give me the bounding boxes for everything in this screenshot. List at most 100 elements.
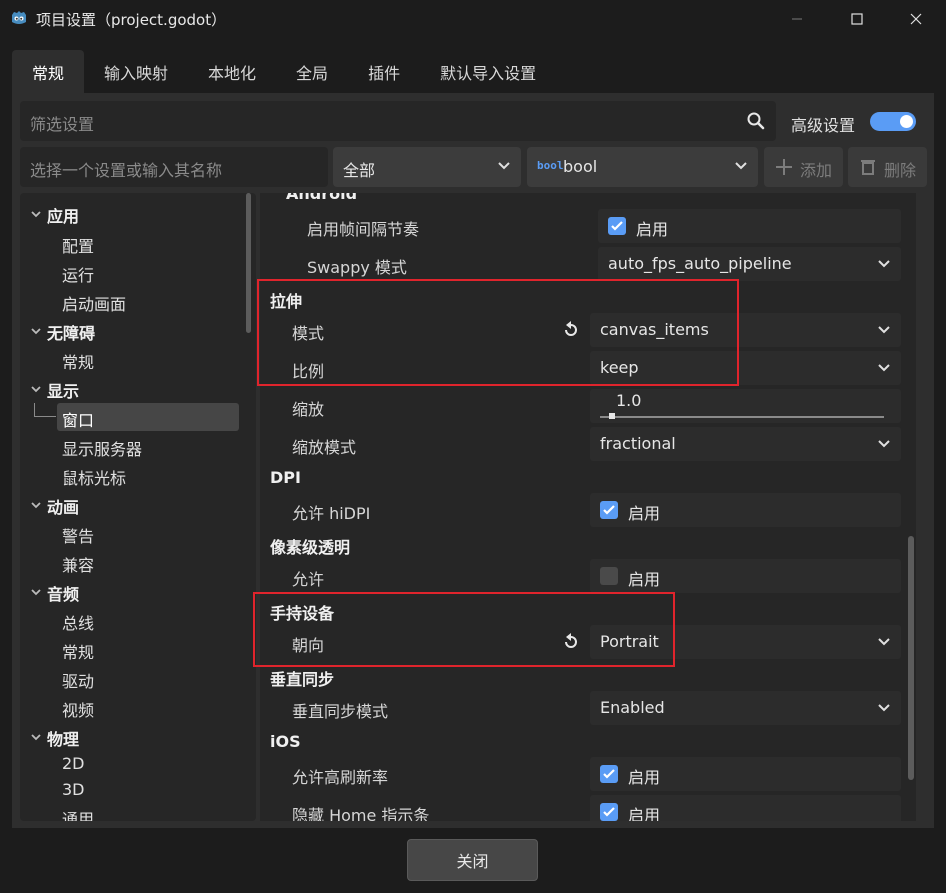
- chevron-down-icon: [878, 638, 890, 646]
- section-ios: iOS: [270, 732, 301, 751]
- advanced-settings-label: 高级设置: [791, 116, 856, 135]
- tab-localization[interactable]: 本地化: [188, 50, 276, 93]
- trash-icon: [861, 160, 875, 175]
- tab-input-map[interactable]: 输入映射: [84, 50, 188, 93]
- tab-globals[interactable]: 全局: [276, 50, 348, 93]
- tree-item[interactable]: 总线: [62, 610, 94, 639]
- add-button[interactable]: 添加: [764, 147, 843, 187]
- checkbox-label: 启用: [628, 504, 661, 523]
- close-icon: [910, 13, 922, 25]
- chevron-down-icon: [878, 260, 890, 268]
- close-button[interactable]: 关闭: [407, 839, 538, 881]
- tree-section-animation[interactable]: 动画: [20, 494, 240, 523]
- checkbox-label: 启用: [628, 768, 661, 787]
- tree-item[interactable]: 启动画面: [62, 291, 126, 320]
- chevron-down-icon: [498, 162, 510, 170]
- hide-home-indicator-value[interactable]: 启用: [590, 795, 901, 821]
- delete-button[interactable]: 删除: [848, 147, 927, 187]
- chevron-down-icon: [735, 162, 747, 170]
- tab-plugins[interactable]: 插件: [348, 50, 420, 93]
- tree-item[interactable]: 警告: [62, 523, 94, 552]
- vsync-mode-dropdown[interactable]: Enabled: [590, 691, 901, 725]
- type-value: bool: [563, 157, 598, 176]
- checkbox-label: 启用: [628, 570, 661, 589]
- slider-handle[interactable]: [609, 413, 615, 419]
- scope-dropdown[interactable]: 全部: [333, 147, 521, 187]
- tree-item[interactable]: 通用: [62, 806, 94, 821]
- tree-item[interactable]: 鼠标光标: [62, 465, 126, 494]
- checkbox-label: 启用: [636, 220, 669, 239]
- settings-tree: 应用 配置 运行 启动画面 无障碍 常规 显示 窗口 显示服务器 鼠标光标 动画…: [20, 193, 256, 821]
- tree-scrollbar[interactable]: [246, 193, 251, 333]
- slider-track[interactable]: [600, 416, 884, 418]
- scale-mode-label: 缩放模式: [292, 438, 357, 457]
- highlight-box-stretch: [257, 279, 739, 386]
- highlight-box-handheld: [253, 592, 675, 667]
- tree-item[interactable]: 显示服务器: [62, 436, 142, 465]
- allow-hidpi-value[interactable]: 启用: [590, 493, 901, 527]
- tree-section-display[interactable]: 显示: [20, 378, 240, 407]
- maximize-button[interactable]: [834, 0, 880, 38]
- tree-item[interactable]: 常规: [62, 349, 94, 378]
- chevron-down-icon: [31, 734, 41, 741]
- chevron-down-icon: [878, 440, 890, 448]
- maximize-icon: [851, 13, 863, 25]
- tree-section-accessibility[interactable]: 无障碍: [20, 320, 240, 349]
- tree-item[interactable]: 配置: [62, 233, 94, 262]
- scale-mode-value: fractional: [600, 434, 676, 453]
- chevron-down-icon: [31, 502, 41, 509]
- checkbox-checked-icon[interactable]: [600, 765, 618, 783]
- chevron-down-icon: [878, 326, 890, 334]
- minimize-icon: [792, 18, 802, 20]
- tree-item[interactable]: 2D: [62, 754, 85, 783]
- allow-high-refresh-value[interactable]: 启用: [590, 757, 901, 791]
- window-title: 项目设置（project.godot）: [36, 11, 227, 29]
- close-window-button[interactable]: [893, 0, 939, 38]
- checkbox-checked-icon[interactable]: [600, 501, 618, 519]
- tree-item[interactable]: 视频: [62, 697, 94, 726]
- hide-home-indicator-label: 隐藏 Home 指示条: [292, 806, 430, 821]
- checkbox-checked-icon[interactable]: [608, 217, 626, 235]
- vsync-mode-value: Enabled: [600, 698, 665, 717]
- section-per-pixel-transparency: 像素级透明: [270, 538, 351, 557]
- tab-import-defaults[interactable]: 默认导入设置: [420, 50, 556, 93]
- advanced-settings-toggle[interactable]: [870, 112, 916, 131]
- add-button-label: 添加: [800, 161, 833, 180]
- setting-name-input[interactable]: 选择一个设置或输入其名称: [20, 147, 328, 187]
- vsync-mode-label: 垂直同步模式: [292, 702, 389, 721]
- delete-button-label: 删除: [884, 161, 917, 180]
- tree-item[interactable]: 3D: [62, 780, 85, 809]
- search-icon: [747, 112, 765, 130]
- filter-input[interactable]: 筛选设置: [20, 101, 776, 141]
- inspector-scrollbar[interactable]: [908, 536, 914, 780]
- checkbox-checked-icon[interactable]: [600, 803, 618, 821]
- frame-pacing-label: 启用帧间隔节奏: [307, 220, 420, 239]
- checkbox-unchecked-icon[interactable]: [600, 567, 618, 585]
- tree-item[interactable]: 驱动: [62, 668, 94, 697]
- bool-type-icon: bool: [537, 159, 564, 172]
- stretch-scale-label: 缩放: [292, 400, 325, 419]
- scope-value: 全部: [343, 161, 376, 180]
- chevron-down-icon: [878, 364, 890, 372]
- tree-section-application[interactable]: 应用: [20, 203, 240, 232]
- frame-pacing-value[interactable]: 启用: [598, 209, 901, 243]
- stretch-scale-slider[interactable]: 1.0: [590, 389, 901, 423]
- title-bar: 项目设置（project.godot）: [0, 0, 946, 38]
- tab-general[interactable]: 常规: [12, 50, 85, 93]
- type-dropdown[interactable]: bool bool: [527, 147, 758, 187]
- tree-item[interactable]: 兼容: [62, 552, 94, 581]
- minimize-button[interactable]: [774, 0, 820, 38]
- section-dpi: DPI: [270, 468, 301, 487]
- tree-section-physics[interactable]: 物理: [20, 726, 240, 755]
- allow-transparency-value[interactable]: 启用: [590, 559, 901, 593]
- filter-placeholder: 筛选设置: [30, 115, 95, 134]
- tree-item[interactable]: 常规: [62, 639, 94, 668]
- tree-section-audio[interactable]: 音频: [20, 581, 240, 610]
- swappy-mode-dropdown[interactable]: auto_fps_auto_pipeline: [598, 247, 901, 281]
- godot-icon: [12, 11, 26, 24]
- tree-item[interactable]: 运行: [62, 262, 94, 291]
- tree-item-window[interactable]: 窗口: [62, 407, 94, 436]
- chevron-down-icon: [31, 211, 41, 218]
- stretch-scale-value: 1.0: [616, 391, 642, 410]
- scale-mode-dropdown[interactable]: fractional: [590, 427, 901, 461]
